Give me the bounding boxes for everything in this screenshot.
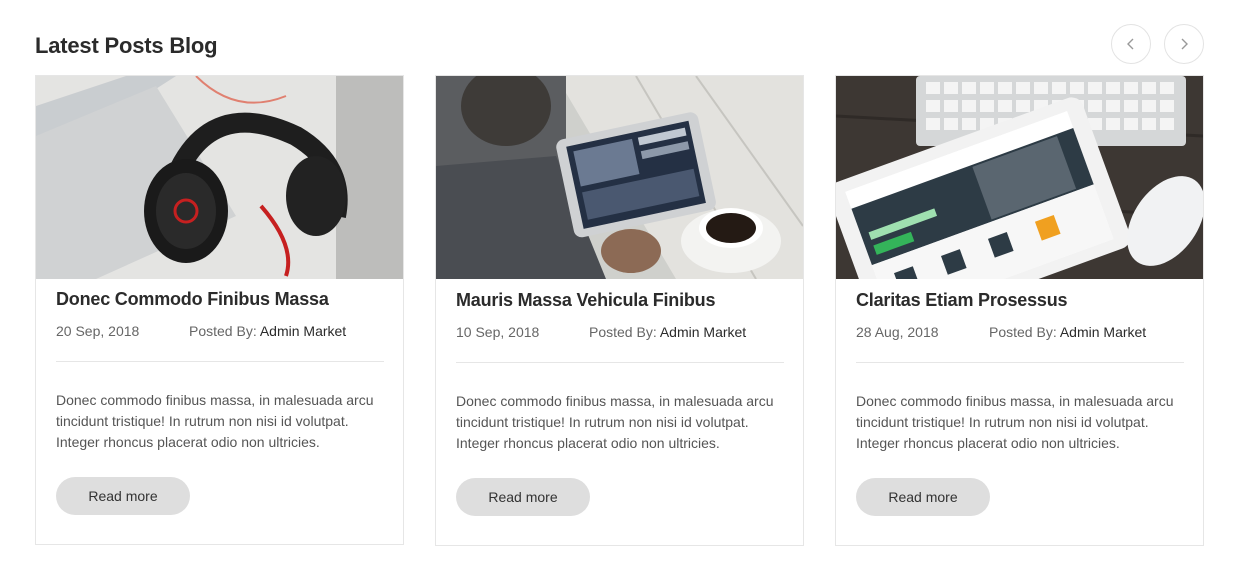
post-date: 10 Sep, 2018 [456,324,540,340]
post-excerpt: Donec commodo finibus massa, in malesuad… [856,393,1174,451]
post-thumbnail-headphones[interactable] [36,76,403,279]
post-card: Mauris Massa Vehicula Finibus 10 Sep, 20… [435,75,804,546]
posted-by-label: Posted By: [989,324,1060,340]
post-date: 20 Sep, 2018 [56,323,140,339]
post-title[interactable]: Donec Commodo Finibus Massa [56,289,386,310]
divider [56,361,384,362]
post-card: Donec Commodo Finibus Massa 20 Sep, 2018… [35,75,404,545]
section-title: Latest Posts Blog [35,33,218,58]
read-more-button[interactable]: Read more [56,477,190,515]
post-excerpt: Donec commodo finibus massa, in malesuad… [56,392,374,450]
divider [856,362,1184,363]
posted-by-label: Posted By: [589,324,660,340]
post-excerpt: Donec commodo finibus massa, in malesuad… [456,393,774,451]
post-thumbnail-tablet-keyboard[interactable] [836,76,1203,279]
post-author[interactable]: Admin Market [1060,324,1146,340]
post-card: Claritas Etiam Prosessus 28 Aug, 2018 Pos… [835,75,1204,546]
post-title[interactable]: Claritas Etiam Prosessus [856,290,1186,311]
post-date: 28 Aug, 2018 [856,324,939,340]
post-meta: 28 Aug, 2018 Posted By: Admin Market [856,324,1186,340]
chevron-right-icon [1181,38,1188,50]
post-author[interactable]: Admin Market [660,324,746,340]
read-more-button[interactable]: Read more [856,478,990,516]
carousel-prev-button[interactable] [1111,24,1151,64]
chevron-left-icon [1127,38,1134,50]
post-thumbnail-tablet-coffee[interactable] [436,76,803,279]
post-meta: 20 Sep, 2018 Posted By: Admin Market [56,323,386,339]
post-author[interactable]: Admin Market [260,323,346,339]
posted-by-label: Posted By: [189,323,260,339]
read-more-button[interactable]: Read more [456,478,590,516]
divider [456,362,784,363]
carousel-next-button[interactable] [1164,24,1204,64]
post-meta: 10 Sep, 2018 Posted By: Admin Market [456,324,786,340]
post-title[interactable]: Mauris Massa Vehicula Finibus [456,290,786,311]
